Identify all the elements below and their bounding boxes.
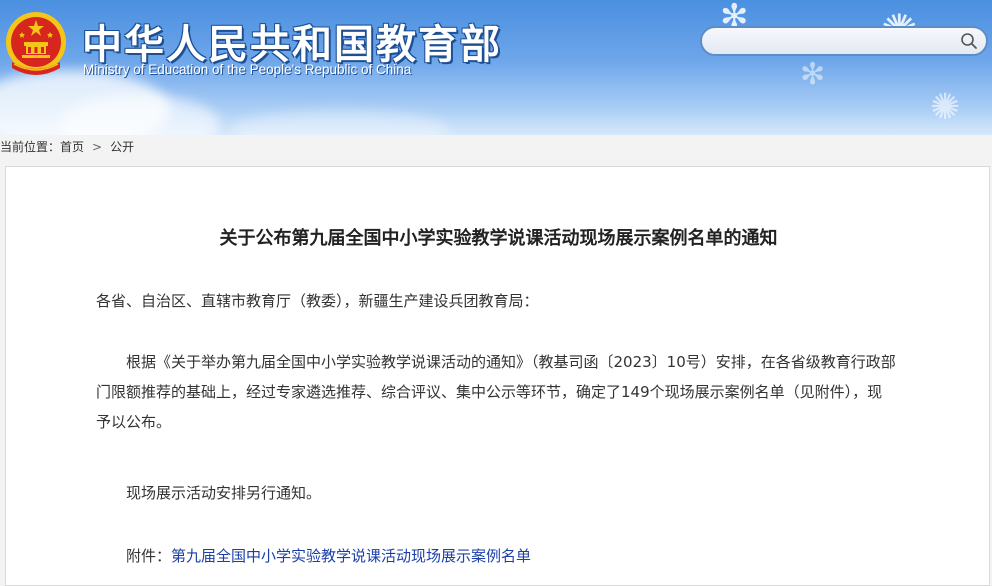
- article-attachment: 附件：第九届全国中小学实验教学说课活动现场展示案例名单: [96, 541, 896, 571]
- breadcrumb-home-link[interactable]: 首页: [60, 140, 84, 154]
- site-header: ✻ ✺ ✻ ✺ 中华人民共和国教育部 Ministry of Education…: [0, 0, 992, 135]
- search-input[interactable]: [712, 31, 956, 53]
- article-salutation: 各省、自治区、直辖市教育厅（教委），新疆生产建设兵团教育局：: [96, 292, 539, 310]
- cloud-decoration: [230, 110, 450, 135]
- breadcrumb-prefix: 当前位置：: [0, 140, 61, 154]
- search-box[interactable]: [700, 26, 988, 56]
- article-body: 根据《关于举办第九届全国中小学实验教学说课活动的通知》（教基司函〔2023〕10…: [96, 353, 896, 431]
- dandelion-decoration: ✺: [930, 87, 961, 128]
- attachment-label: 附件：: [126, 547, 172, 565]
- article-title: 关于公布第九届全国中小学实验教学说课活动现场展示案例名单的通知: [219, 228, 778, 249]
- article-note: 现场展示活动安排另行通知。: [126, 484, 322, 502]
- site-subtitle: Ministry of Education of the People's Re…: [83, 62, 412, 77]
- search-icon[interactable]: [960, 32, 978, 50]
- breadcrumb-separator: >: [92, 140, 103, 154]
- dandelion-decoration: ✻: [800, 57, 826, 92]
- attachment-link[interactable]: 第九届全国中小学实验教学说课活动现场展示案例名单: [171, 547, 531, 565]
- breadcrumb: 当前位置：首页 > 公开: [0, 138, 134, 158]
- breadcrumb-public-link[interactable]: 公开: [110, 140, 134, 154]
- article-container: 关于公布第九届全国中小学实验教学说课活动现场展示案例名单的通知 各省、自治区、直…: [5, 166, 990, 586]
- national-emblem-icon[interactable]: [4, 10, 68, 78]
